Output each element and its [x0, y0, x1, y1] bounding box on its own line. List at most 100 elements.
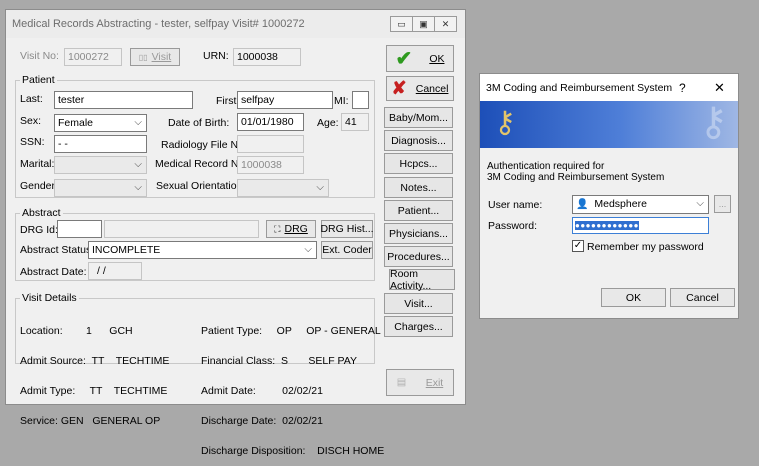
notes-button[interactable]: Notes... [384, 177, 453, 198]
abstract-status-value: INCOMPLETE [92, 244, 161, 256]
urn-field: 1000038 [233, 48, 301, 66]
patient-group-label: Patient [20, 74, 57, 86]
medical-record-no-label: Medical Record No: [155, 158, 248, 170]
door-icon: ▤ [396, 377, 407, 388]
medical-record-no-field: 1000038 [237, 156, 304, 174]
user-icon: 👤 [576, 199, 589, 210]
auth-dialog: 3M Coding and Reimbursement System ? ✕ ⚷… [479, 73, 739, 319]
first-name-input[interactable]: selfpay [237, 91, 333, 109]
physicians-button[interactable]: Physicians... [384, 223, 453, 244]
ssn-input[interactable]: - - [54, 135, 147, 153]
age-label: Age: [317, 117, 339, 129]
chevron-down-icon: ⌵ [304, 244, 312, 255]
visit-detail-line: Discharge Date: 02/02/21 [201, 415, 323, 427]
visit-details-right: Patient Type: OP OP - GENERAL Financial … [201, 306, 384, 466]
first-name-label: First: [216, 95, 240, 107]
password-value: ●●●●●●●●●●●● [575, 221, 639, 230]
ext-coder-button[interactable]: Ext. Coder [321, 241, 373, 259]
visit-no-field: 1000272 [64, 48, 122, 66]
close-button[interactable]: ✕ [434, 16, 457, 32]
visit-detail-line: Financial Class: S SELF PAY [201, 355, 357, 367]
baby-mom-button[interactable]: Baby/Mom... [384, 107, 453, 128]
browse-user-button[interactable]: ... [714, 195, 731, 213]
diagnosis-button[interactable]: Diagnosis... [384, 130, 453, 151]
sexual-orientation-label: Sexual Orientation: [156, 180, 246, 192]
abstract-date-label: Abstract Date: [20, 266, 87, 278]
visit-detail-line: Admit Date: 02/02/21 [201, 385, 323, 397]
red-x-icon: ✘ [391, 78, 407, 98]
visit-details-group-label: Visit Details [20, 292, 79, 304]
auth-message-line2: 3M Coding and Reimbursement System [487, 172, 665, 183]
mi-input[interactable] [352, 91, 369, 109]
gender-label: Gender: [20, 180, 58, 192]
chevron-down-icon: ⌵ [696, 198, 704, 209]
patient-button[interactable]: Patient... [384, 200, 453, 221]
drg-id-label: DRG Id: [20, 224, 58, 236]
username-select[interactable]: 👤 Medsphere ⌵ [572, 195, 709, 214]
drg-button[interactable]: ⛶ DRG [266, 220, 316, 238]
title-bar: Medical Records Abstracting - tester, se… [6, 10, 465, 38]
remember-password-label: Remember my password [587, 241, 704, 253]
maximize-button[interactable]: ▣ [412, 16, 435, 32]
room-activity-button[interactable]: Room Activity... [389, 268, 455, 292]
username-label: User name: [488, 199, 543, 211]
keys-watermark-icon: ⚷ [698, 101, 728, 144]
abstract-date-field: / / [88, 262, 142, 280]
dialog-banner: ⚷ ⚷ [480, 101, 738, 148]
gender-select[interactable]: ⌵ [54, 179, 147, 197]
abstract-status-select[interactable]: INCOMPLETE ⌵ [88, 241, 317, 259]
radiology-file-field [237, 135, 304, 153]
hcpcs-button[interactable]: Hcpcs... [384, 153, 453, 174]
chevron-down-icon: ⌵ [134, 159, 142, 170]
visit-detail-line: Patient Type: OP OP - GENERAL [201, 325, 381, 337]
mi-label: MI: [334, 95, 349, 107]
keys-icon: ⚷ [494, 106, 516, 139]
visit-icon: ▯▯ [138, 52, 148, 62]
charges-button[interactable]: Charges... [384, 316, 453, 337]
dialog-title: 3M Coding and Reimbursement System [486, 82, 673, 94]
cancel-button[interactable]: ✘ Cancel [386, 76, 454, 101]
procedures-button[interactable]: Procedures... [384, 246, 453, 267]
chevron-down-icon: ⌵ [134, 182, 142, 193]
password-label: Password: [488, 220, 538, 232]
marital-label: Marital: [20, 158, 55, 170]
drg-id-input[interactable] [57, 220, 102, 238]
visit-detail-line: Admit Source: TT TECHTIME [20, 355, 170, 367]
username-value: Medsphere [594, 198, 647, 210]
ssn-label: SSN: [20, 136, 45, 148]
minimize-button[interactable]: ▭ [390, 16, 413, 32]
binoculars-icon: ⛶ [274, 223, 281, 234]
visit-button: ▯▯ Visit [130, 48, 180, 66]
marital-select[interactable]: ⌵ [54, 156, 147, 174]
desktop: { "main_window": { "title": "Medical Rec… [0, 0, 759, 456]
exit-button[interactable]: ▤ Exit [386, 369, 454, 396]
dialog-close-button[interactable]: ✕ [714, 80, 725, 96]
sex-select-value: Female [58, 117, 94, 129]
visit-dialog-button[interactable]: Visit... [384, 293, 453, 314]
dialog-title-bar: 3M Coding and Reimbursement System ? ✕ [480, 74, 738, 101]
drg-description-field [104, 220, 259, 238]
urn-label: URN: [203, 50, 229, 62]
remember-password-checkbox[interactable]: ✓ [572, 240, 584, 252]
help-button[interactable]: ? [679, 81, 686, 95]
sex-select[interactable]: Female ⌵ [54, 114, 147, 132]
abstract-group-label: Abstract [20, 207, 63, 219]
dialog-ok-button[interactable]: OK [601, 288, 666, 307]
checkmark-icon: ✔ [395, 48, 413, 70]
ok-button[interactable]: ✔ OK [386, 45, 454, 72]
drg-history-button[interactable]: DRG Hist... [320, 220, 374, 238]
chevron-down-icon: ⌵ [134, 117, 142, 128]
auth-message-line1: Authentication required for [487, 161, 605, 172]
visit-no-label: Visit No: [20, 50, 59, 62]
visit-detail-line: Discharge Disposition: DISCH HOME [201, 445, 385, 457]
dob-input[interactable]: 01/01/1980 [237, 113, 304, 131]
dialog-cancel-button[interactable]: Cancel [670, 288, 735, 307]
last-name-input[interactable]: tester [54, 91, 193, 109]
sexual-orientation-select[interactable]: ⌵ [237, 179, 329, 197]
password-input[interactable]: ●●●●●●●●●●●● [572, 217, 709, 234]
abstract-status-label: Abstract Status: [20, 244, 95, 256]
last-name-label: Last: [20, 93, 43, 105]
window-title: Medical Records Abstracting - tester, se… [12, 18, 305, 30]
window-controls: ▭ ▣ ✕ [390, 16, 457, 32]
sex-label: Sex: [20, 115, 42, 127]
